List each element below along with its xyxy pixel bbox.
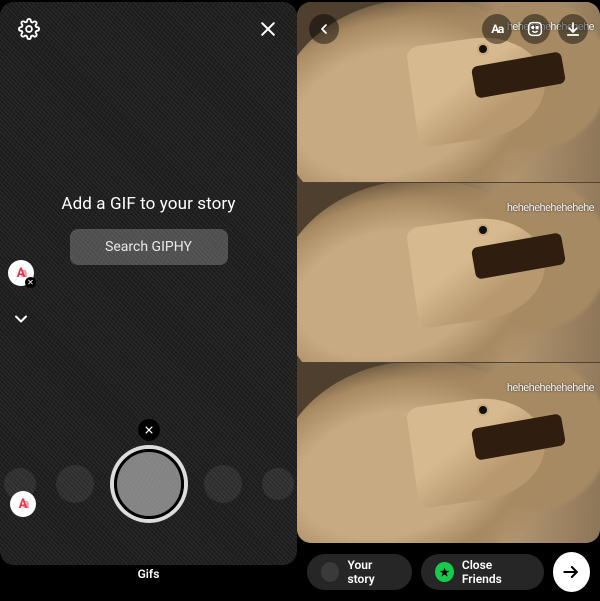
- clear-selection-button[interactable]: [138, 419, 160, 441]
- text-aa-icon: Aa: [491, 22, 502, 36]
- gif-prompt-title: Add a GIF to your story: [61, 194, 235, 214]
- download-icon: [564, 20, 582, 38]
- gif-caption: hehehehehehehehe: [507, 201, 594, 214]
- gif-caption: hehehehehehehehe: [507, 381, 594, 394]
- editor-top-bar: Aa: [297, 2, 600, 56]
- editor-tool-buttons: Aa: [482, 14, 588, 44]
- close-friends-label: Close Friends: [462, 558, 530, 586]
- mode-dot-next1[interactable]: [204, 465, 242, 503]
- sticker-icon: [526, 20, 544, 38]
- text-tool-button[interactable]: Aa ✕: [8, 260, 34, 286]
- settings-button[interactable]: [14, 14, 44, 44]
- side-tool-rail: Aa ✕: [6, 260, 36, 334]
- camera-viewport: Add a GIF to your story Search GIPHY Aa …: [0, 2, 297, 565]
- sticker-button[interactable]: [520, 14, 550, 44]
- bottom-text-tool[interactable]: Aa: [10, 491, 36, 517]
- gif-tiles: hehehehehehehehe hehehehehehehehe hehehe…: [297, 2, 600, 543]
- avatar: [321, 562, 339, 582]
- arrow-right-icon: [561, 562, 581, 582]
- close-friends-star-icon: ★: [435, 562, 454, 582]
- close-icon: [258, 19, 278, 39]
- camera-top-bar: [0, 2, 297, 56]
- story-canvas[interactable]: hehehehehehehehe hehehehehehehehe hehehe…: [297, 2, 600, 543]
- text-tool-button[interactable]: Aa: [10, 491, 36, 517]
- search-giphy-label: Search GIPHY: [105, 239, 192, 255]
- camera-mode-label[interactable]: Gifs: [138, 567, 160, 581]
- your-story-label: Your story: [347, 558, 398, 586]
- shutter-row: [0, 449, 297, 519]
- camera-mode-footer: Gifs: [0, 565, 297, 601]
- your-story-button[interactable]: Your story: [307, 554, 412, 590]
- download-button[interactable]: [558, 14, 588, 44]
- gif-tile[interactable]: hehehehehehehehe: [297, 182, 600, 363]
- send-button[interactable]: [553, 552, 590, 592]
- mode-dot-next2[interactable]: [262, 468, 294, 500]
- chevron-down-icon: [11, 309, 31, 329]
- search-giphy-button[interactable]: Search GIPHY: [70, 229, 228, 265]
- close-friends-button[interactable]: ★ Close Friends: [421, 554, 543, 590]
- expand-tools-button[interactable]: [6, 304, 36, 334]
- story-editor-screen: hehehehehehehehe hehehehehehehehe hehehe…: [297, 0, 600, 601]
- chevron-left-icon: [316, 21, 332, 37]
- close-icon: [144, 425, 154, 435]
- shutter-wrap: [114, 449, 184, 519]
- story-camera-screen: Add a GIF to your story Search GIPHY Aa …: [0, 0, 297, 601]
- text-tool-a-shadow-icon: a: [20, 266, 25, 281]
- remove-text-tool-icon[interactable]: ✕: [25, 277, 36, 288]
- gear-icon: [18, 18, 40, 40]
- close-button[interactable]: [253, 14, 283, 44]
- shutter-button[interactable]: [114, 449, 184, 519]
- mode-dot-prev1[interactable]: [56, 465, 94, 503]
- text-tool-a-shadow-icon: a: [22, 497, 27, 512]
- gif-prompt: Add a GIF to your story Search GIPHY: [0, 194, 297, 265]
- gif-tile[interactable]: hehehehehehehehe: [297, 362, 600, 543]
- share-bar: Your story ★ Close Friends: [297, 543, 600, 601]
- text-button[interactable]: Aa: [482, 14, 512, 44]
- back-button[interactable]: [309, 14, 339, 44]
